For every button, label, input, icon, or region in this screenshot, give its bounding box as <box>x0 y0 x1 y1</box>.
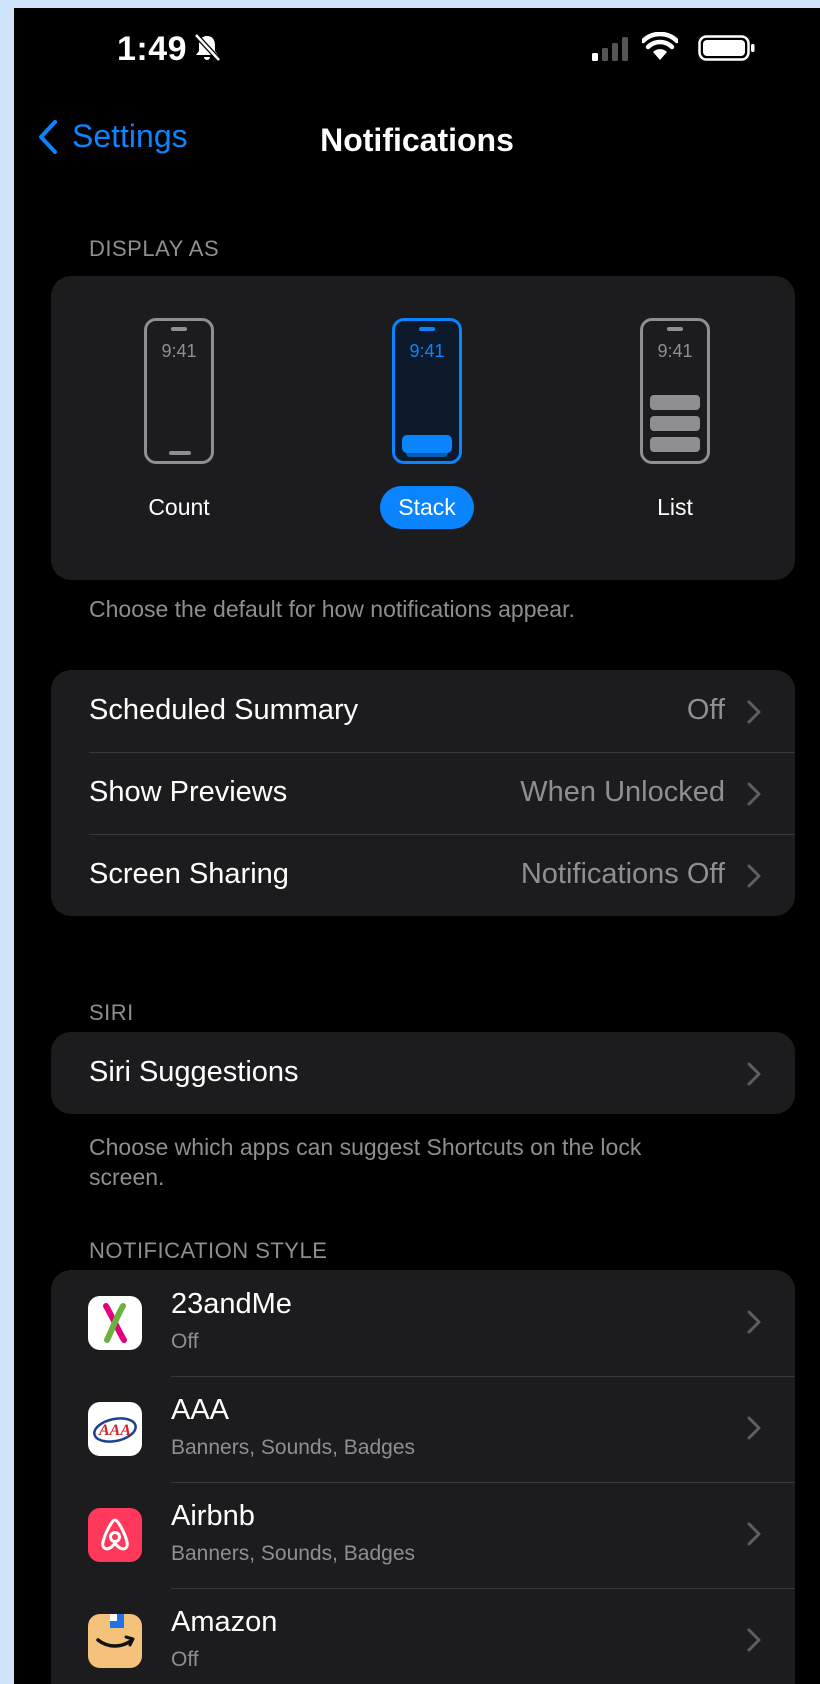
stack-phone-preview: 9:41 <box>392 318 462 464</box>
section-header-siri: SIRI <box>89 1000 134 1025</box>
display-option-count[interactable]: 9:41 Count <box>109 318 249 529</box>
battery-icon <box>698 35 756 66</box>
display-option-label: Stack <box>380 486 474 529</box>
phone-screen: 1:49 Settings Notifications DISPLAY AS 9… <box>14 8 820 1684</box>
chevron-right-icon <box>747 1416 761 1440</box>
app-row-23andme[interactable]: 23andMe Off <box>51 1270 795 1376</box>
app-row-amazon[interactable]: Amazon Off <box>51 1588 795 1684</box>
app-notification-status: Banners, Sounds, Badges <box>171 1436 416 1459</box>
display-as-footnote: Choose the default for how notifications… <box>89 596 575 622</box>
app-name: Airbnb <box>171 1500 255 1532</box>
app-notification-status: Off <box>171 1330 199 1353</box>
chevron-right-icon <box>747 782 761 806</box>
display-option-label: Count <box>148 494 210 520</box>
chevron-right-icon <box>747 700 761 724</box>
row-label: Siri Suggestions <box>89 1056 299 1088</box>
row-value: Off <box>686 694 725 726</box>
app-name: AAA <box>171 1394 230 1426</box>
notification-style-group: 23andMe Off AAA AAA Banners, Sounds, Bad… <box>51 1270 795 1684</box>
siri-group: Siri Suggestions <box>51 1032 795 1114</box>
status-bar: 1:49 <box>14 8 820 88</box>
row-label: Show Previews <box>89 776 288 808</box>
count-phone-preview: 9:41 <box>144 318 214 464</box>
app-notification-status: Banners, Sounds, Badges <box>171 1542 416 1565</box>
app-name: 23andMe <box>171 1288 292 1320</box>
display-option-list[interactable]: 9:41 List <box>605 318 745 529</box>
chevron-right-icon <box>747 1522 761 1546</box>
siri-suggestions-row[interactable]: Siri Suggestions <box>51 1032 795 1114</box>
navigation-bar: Settings Notifications <box>14 108 820 172</box>
silent-bell-icon <box>192 33 222 68</box>
row-value: Notifications Off <box>520 858 725 890</box>
display-as-group: 9:41 Count 9:41 Stack 9:41 List <box>51 276 795 580</box>
app-name: Amazon <box>171 1606 278 1638</box>
app-row-aaa[interactable]: AAA AAA Banners, Sounds, Badges <box>51 1376 795 1482</box>
row-label: Scheduled Summary <box>89 694 359 726</box>
row-value: When Unlocked <box>520 776 725 808</box>
23andme-icon <box>88 1296 142 1350</box>
cellular-signal-icon <box>592 36 630 67</box>
display-option-label: List <box>657 494 693 520</box>
screen-sharing-row[interactable]: Screen Sharing Notifications Off <box>51 834 795 916</box>
siri-footnote: Choose which apps can suggest Shortcuts … <box>89 1134 642 1190</box>
wifi-icon <box>640 31 680 67</box>
summary-previews-group: Scheduled Summary Off Show Previews When… <box>51 670 795 916</box>
chevron-right-icon <box>747 1062 761 1086</box>
app-row-airbnb[interactable]: Airbnb Banners, Sounds, Badges <box>51 1482 795 1588</box>
show-previews-row[interactable]: Show Previews When Unlocked <box>51 752 795 834</box>
amazon-icon <box>88 1614 142 1668</box>
list-phone-preview: 9:41 <box>640 318 710 464</box>
chevron-right-icon <box>747 1628 761 1652</box>
app-notification-status: Off <box>171 1648 199 1671</box>
chevron-right-icon <box>747 864 761 888</box>
airbnb-icon <box>88 1508 142 1562</box>
scheduled-summary-row[interactable]: Scheduled Summary Off <box>51 670 795 752</box>
row-label: Screen Sharing <box>89 858 289 890</box>
chevron-right-icon <box>747 1310 761 1334</box>
display-option-stack[interactable]: 9:41 Stack <box>357 318 497 529</box>
section-header-display-as: DISPLAY AS <box>89 236 220 261</box>
svg-text:AAA: AAA <box>98 1422 131 1439</box>
page-title: Notifications <box>320 122 514 158</box>
status-time: 1:49 <box>117 30 188 68</box>
aaa-icon: AAA <box>88 1402 142 1456</box>
section-header-notification-style: NOTIFICATION STYLE <box>89 1238 328 1263</box>
